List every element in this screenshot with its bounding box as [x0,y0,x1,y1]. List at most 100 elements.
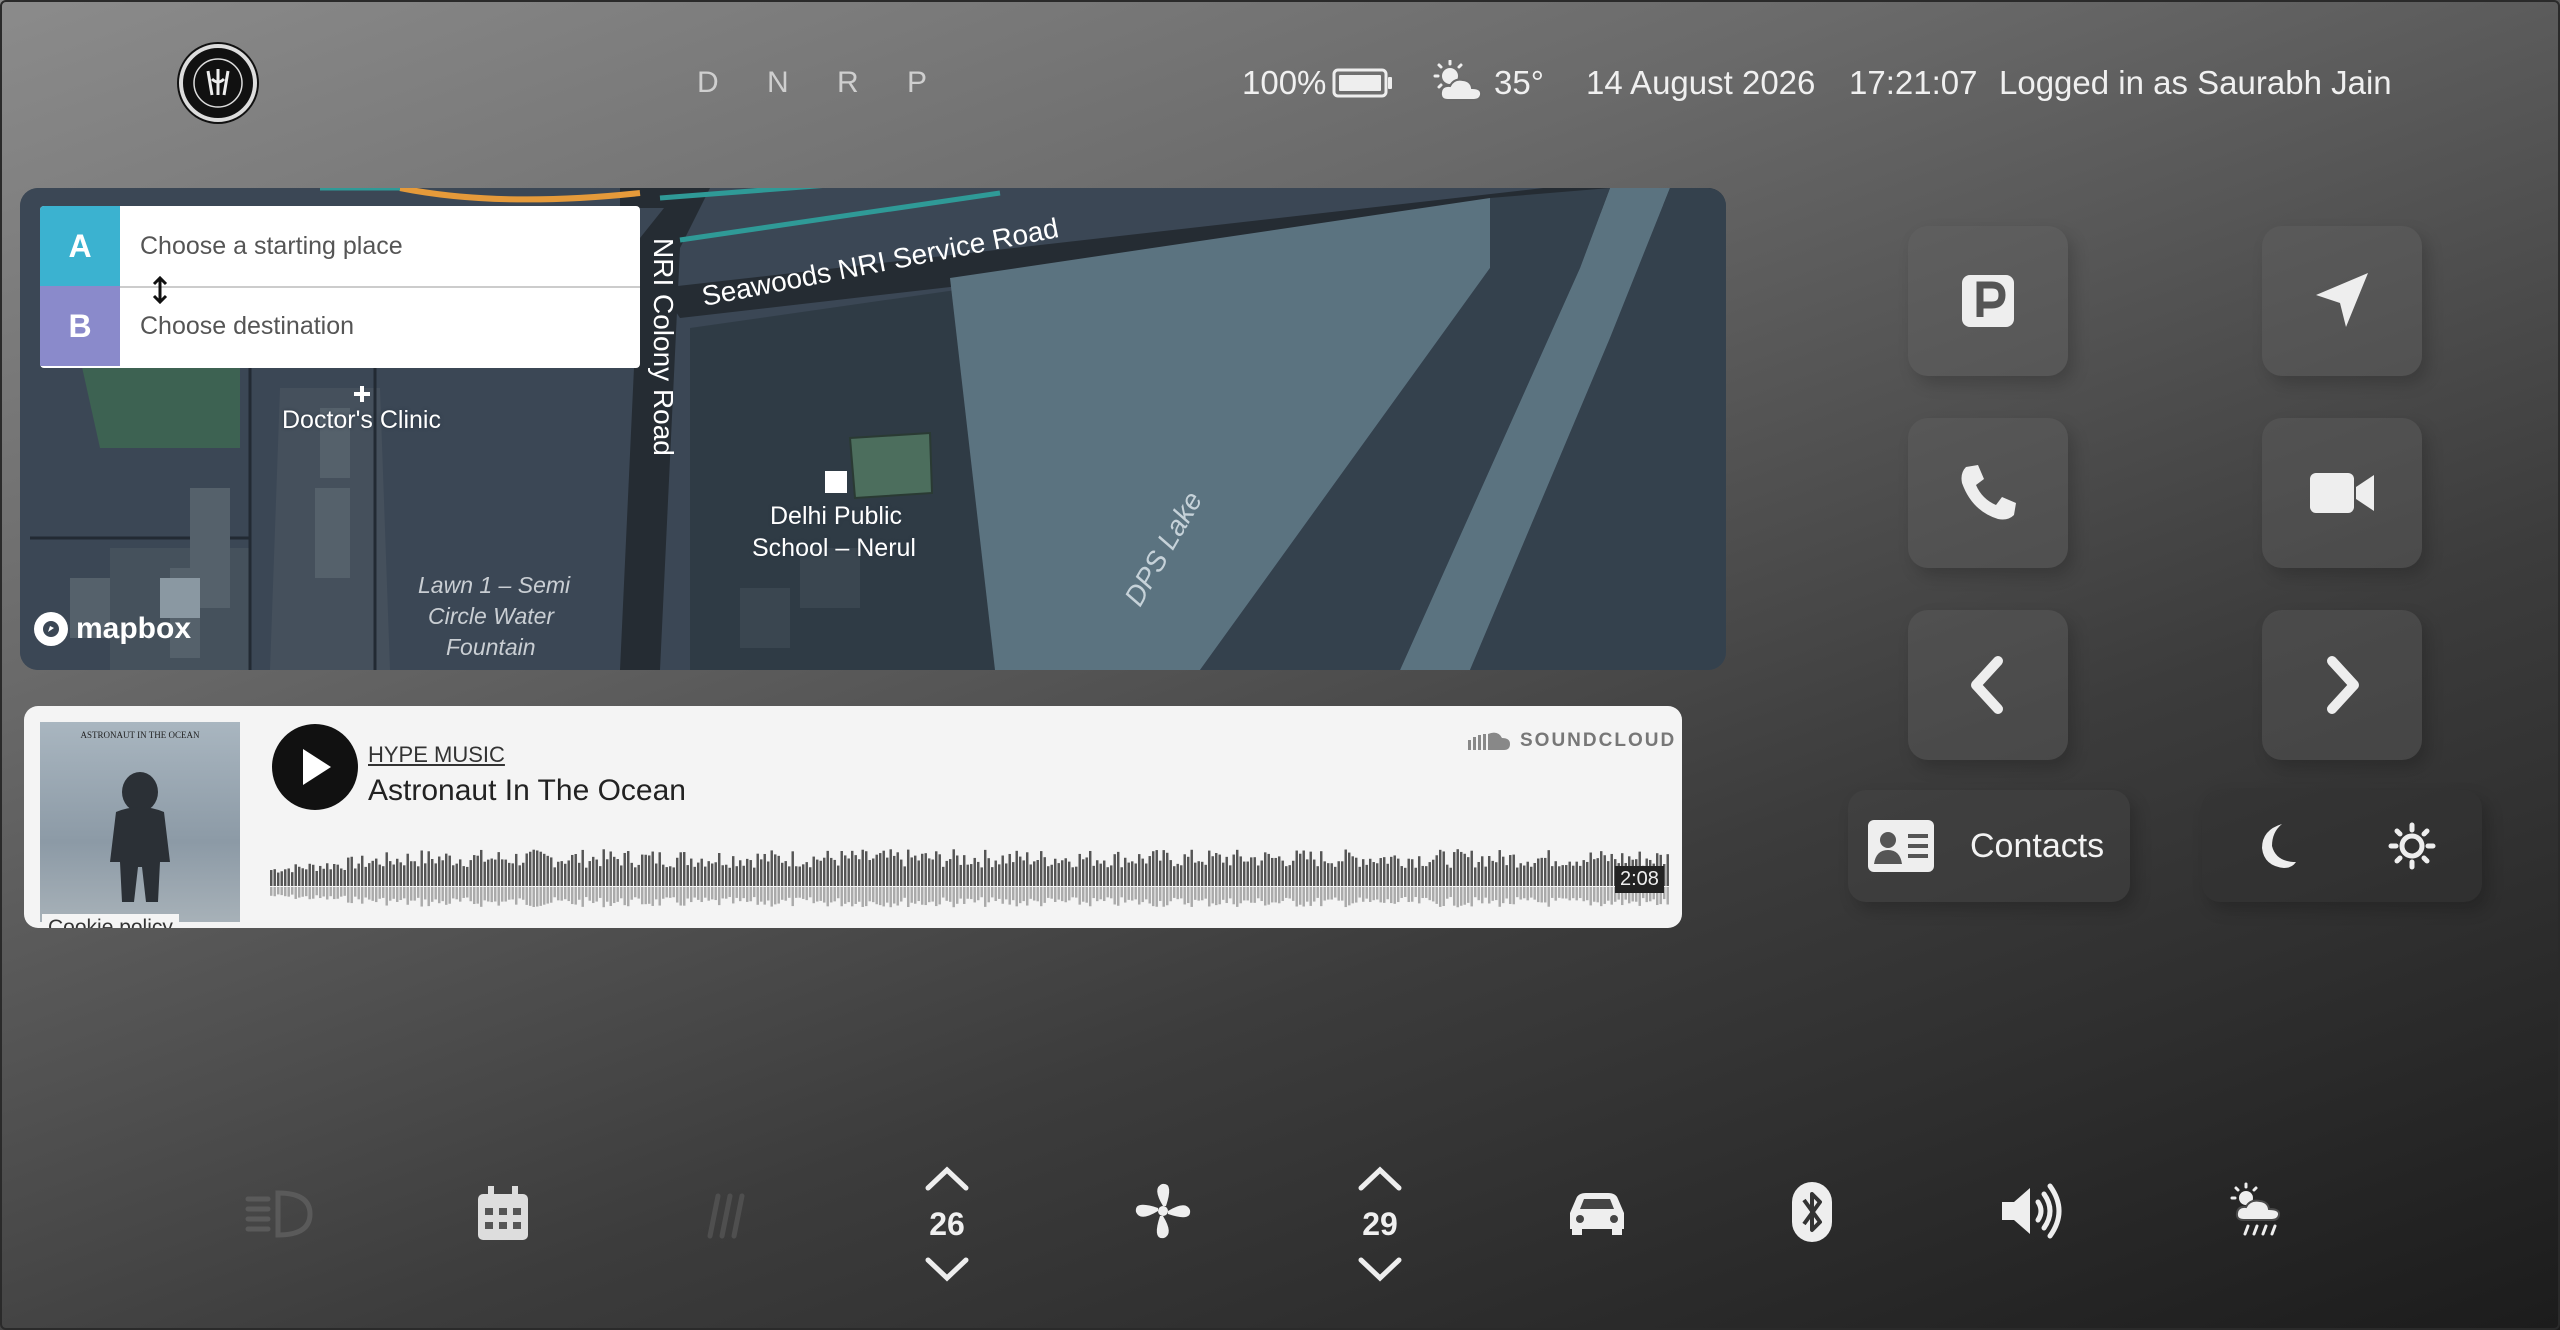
start-location-input[interactable] [120,206,640,286]
waveform-bar-reflection [861,887,864,907]
waveform-bar [361,855,364,886]
waveform-bar [378,864,381,886]
waveform-bar [354,868,357,886]
waveform-bar-reflection [994,887,997,902]
waveform-bar-reflection [420,887,423,907]
waveform-bar [952,849,955,886]
waveform-bar-reflection [1414,887,1417,898]
waveform-bar-reflection [781,887,784,900]
start-marker: A [40,206,120,286]
waveform-bar-reflection [1278,887,1281,904]
waveform-bar-reflection [634,887,637,898]
waveform-bar [571,854,574,886]
waveform-bar [616,859,619,886]
waveform-bar [910,857,913,886]
vehicle-button[interactable] [1566,1183,1628,1241]
waveform-bar-reflection [431,887,434,902]
video-call-button[interactable] [2262,418,2422,568]
waveform-bar [1446,864,1449,886]
waveform-bar [872,858,875,886]
waveform-bar [1523,865,1526,886]
contacts-button[interactable]: Contacts [1848,790,2130,902]
play-button[interactable] [272,724,358,810]
waveform-bar-reflection [1110,887,1113,899]
waveform-bar-reflection [1061,887,1064,902]
waveform-bar [350,856,353,886]
headlights-button[interactable] [244,1183,314,1245]
waveform-bar [1477,862,1480,886]
destination-input[interactable] [120,286,640,366]
waveform-bar [924,853,927,886]
waveform[interactable] [270,836,1670,916]
light-mode-icon[interactable] [2388,822,2436,870]
waveform-bar [903,866,906,886]
waveform-bar-reflection [676,887,679,903]
weather-button[interactable] [2226,1182,2288,1240]
waveform-bar-reflection [1565,887,1568,899]
waveform-bar-reflection [1586,887,1589,901]
temp-left-up-icon[interactable] [922,1162,972,1192]
waveform-bar-reflection [1113,887,1116,905]
waveform-bar [532,849,535,886]
waveform-bar-reflection [616,887,619,902]
waveform-bar-reflection [802,887,805,899]
waveform-bar [1390,856,1393,886]
temp-right-down-icon[interactable] [1355,1256,1405,1286]
waveform-bar-reflection [1131,887,1134,901]
bluetooth-button[interactable] [1790,1180,1834,1244]
waveform-bar [392,864,395,886]
temp-left-down-icon[interactable] [922,1256,972,1286]
next-button[interactable] [2262,610,2422,760]
waveform-bar [1152,851,1155,886]
waveform-bar-reflection [1183,887,1186,905]
rain-weather-icon [2230,1182,2281,1236]
waveform-bar [1281,860,1284,886]
waveform-bar-reflection [854,887,857,904]
parking-button[interactable] [1908,226,2068,376]
temp-right-up-icon[interactable] [1355,1162,1405,1192]
previous-button[interactable] [1908,610,2068,760]
mapbox-attribution[interactable]: mapbox [34,612,191,646]
gear-selector[interactable]: D N R P [697,66,947,100]
waveform-bar [1435,855,1438,886]
waveform-bar-reflection [1575,887,1578,901]
dark-mode-icon[interactable] [2252,820,2300,872]
waveform-bar [1187,856,1190,886]
track-title[interactable]: Astronaut In The Ocean [368,774,686,808]
waveform-bar [1001,855,1004,886]
artist-link[interactable]: HYPE MUSIC [368,742,505,768]
waveform-bar-reflection [865,887,868,907]
waveform-bar [868,860,871,886]
waveform-bar [368,863,371,886]
waveform-bar-reflection [844,887,847,904]
waveform-bar-reflection [1162,887,1165,907]
waveform-bar-reflection [515,887,518,905]
volume-button[interactable] [1998,1180,2064,1242]
seat-heater-button[interactable] [700,1186,756,1242]
waveform-bar [546,855,549,886]
call-button[interactable] [1908,418,2068,568]
waveform-bar [1579,865,1582,886]
calendar-button[interactable] [472,1182,534,1244]
waveform-bar [504,859,507,886]
swap-direction-icon[interactable] [150,276,170,304]
waveform-bar [1068,861,1071,886]
cookie-policy-link[interactable]: Cookie policy [42,914,179,928]
waveform-bar-reflection [410,887,413,901]
navigation-map[interactable]: DPS Lake Seawoods NRI Service Road NRI C… [20,188,1726,670]
waveform-bar-reflection [1337,887,1340,901]
fan-button[interactable] [1132,1180,1194,1242]
mapbox-label: mapbox [76,612,192,645]
waveform-bar [550,857,553,886]
waveform-bar-reflection [522,887,525,900]
waveform-bar-reflection [1033,887,1036,901]
waveform-bar [298,866,301,886]
navigate-button[interactable] [2262,226,2422,376]
waveform-bar [609,851,612,886]
waveform-bar [613,856,616,886]
waveform-bar-reflection [1208,887,1211,907]
waveform-bar-reflection [1155,887,1158,907]
waveform-bar-reflection [581,887,584,907]
soundcloud-logo[interactable]: SOUNDCLOUD [1468,730,1676,752]
waveform-bar [1309,851,1312,886]
